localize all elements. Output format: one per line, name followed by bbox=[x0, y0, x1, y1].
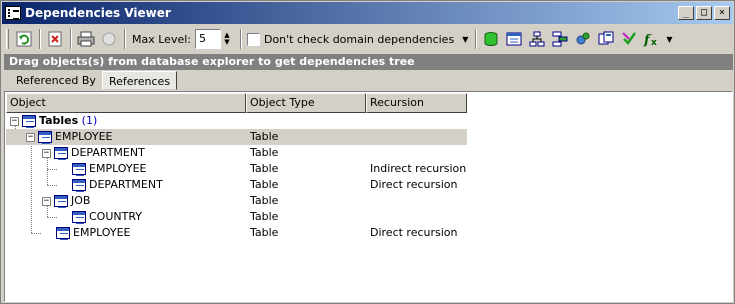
spin-down-icon[interactable]: ▼ bbox=[224, 39, 229, 46]
recursion: Direct recursion bbox=[370, 178, 458, 191]
root-label: Tables bbox=[39, 114, 79, 127]
dependencies-viewer-window: Dependencies Viewer _ □ × Max Level: 5 ▲… bbox=[0, 0, 735, 304]
diagram-icon[interactable] bbox=[549, 28, 571, 50]
collapse-icon[interactable]: − bbox=[10, 116, 19, 126]
toolbar-separator bbox=[475, 29, 478, 49]
toolbar-separator bbox=[39, 29, 41, 49]
toolbar-grip[interactable] bbox=[6, 29, 9, 49]
object-name: EMPLOYEE bbox=[73, 226, 131, 239]
column-header-recursion[interactable]: Recursion bbox=[366, 93, 467, 113]
max-level-input[interactable]: 5 bbox=[194, 29, 221, 49]
object-name: EMPLOYEE bbox=[55, 130, 113, 143]
domain-dependencies-label[interactable]: Don't check domain dependencies bbox=[264, 33, 454, 46]
table-icon bbox=[22, 115, 36, 128]
max-level-spinner[interactable]: ▲ ▼ bbox=[221, 29, 233, 49]
table-icon bbox=[38, 131, 52, 144]
toolbar: Max Level: 5 ▲ ▼ Don't check domain depe… bbox=[2, 26, 733, 52]
close-button[interactable]: × bbox=[714, 6, 730, 20]
collapse-icon[interactable]: − bbox=[26, 132, 35, 142]
svg-text:x: x bbox=[651, 38, 657, 47]
recursion: Direct recursion bbox=[370, 226, 458, 239]
tab-referenced-by[interactable]: Referenced By bbox=[10, 71, 102, 90]
tree-row[interactable]: EMPLOYEE Table Indirect recursion bbox=[6, 161, 467, 177]
collapse-icon[interactable]: − bbox=[42, 148, 51, 158]
tree-row[interactable]: − JOB Table bbox=[6, 193, 467, 209]
function-icon[interactable]: fx bbox=[641, 28, 663, 50]
print-icon[interactable] bbox=[75, 28, 97, 50]
column-header-object-type[interactable]: Object Type bbox=[246, 93, 366, 113]
toolbar-separator bbox=[124, 29, 126, 49]
clear-icon[interactable] bbox=[44, 28, 66, 50]
minimize-button[interactable]: _ bbox=[678, 6, 694, 20]
toolbar-separator bbox=[239, 29, 242, 49]
domain-dependencies-checkbox[interactable] bbox=[246, 32, 260, 46]
grid-header: Object Object Type Recursion bbox=[6, 93, 467, 113]
table-icon bbox=[72, 211, 86, 224]
tree-row[interactable]: DEPARTMENT Table Direct recursion bbox=[6, 177, 467, 193]
object-name: DEPARTMENT bbox=[71, 146, 145, 159]
object-name: JOB bbox=[71, 194, 91, 207]
object-type: Table bbox=[250, 162, 279, 175]
dependencies-tree-grid[interactable]: Object Object Type Recursion − Tables (1… bbox=[4, 91, 733, 302]
object-type: Table bbox=[250, 194, 279, 207]
root-count: (1) bbox=[81, 114, 98, 127]
tree-row[interactable]: COUNTRY Table bbox=[6, 209, 467, 225]
app-icon bbox=[5, 6, 21, 20]
function-dropdown-icon[interactable]: ▼ bbox=[666, 35, 672, 44]
table-icon bbox=[72, 179, 86, 192]
object-type: Table bbox=[250, 210, 279, 223]
column-header-object[interactable]: Object bbox=[6, 93, 246, 113]
tree-row-root[interactable]: − Tables (1) bbox=[6, 113, 467, 129]
table-icon bbox=[54, 147, 68, 160]
table-icon bbox=[56, 227, 70, 240]
object-type: Table bbox=[250, 146, 279, 159]
check-icon[interactable] bbox=[618, 28, 640, 50]
window-title: Dependencies Viewer bbox=[25, 6, 171, 20]
tab-strip: Referenced By References bbox=[10, 71, 178, 91]
tree-view-icon[interactable] bbox=[526, 28, 548, 50]
object-name: EMPLOYEE bbox=[89, 162, 147, 175]
object-name: DEPARTMENT bbox=[89, 178, 163, 191]
table-icon bbox=[54, 195, 68, 208]
object-type: Table bbox=[250, 226, 279, 239]
table-view-icon[interactable] bbox=[503, 28, 525, 50]
refresh-icon[interactable] bbox=[13, 28, 35, 50]
title-bar[interactable]: Dependencies Viewer _ □ × bbox=[2, 2, 733, 24]
export-icon[interactable] bbox=[595, 28, 617, 50]
object-name: COUNTRY bbox=[89, 210, 142, 223]
tab-references[interactable]: References bbox=[101, 71, 178, 90]
toolbar-separator bbox=[70, 29, 72, 49]
table-icon bbox=[72, 163, 86, 176]
object-type: Table bbox=[250, 178, 279, 191]
collapse-icon[interactable]: − bbox=[42, 196, 51, 206]
toolbar-dropdown-icon[interactable]: ▼ bbox=[462, 35, 468, 44]
tree-row[interactable]: − EMPLOYEE Table bbox=[6, 129, 467, 145]
stop-icon[interactable] bbox=[98, 28, 120, 50]
maximize-button[interactable]: □ bbox=[696, 6, 712, 20]
database-icon[interactable] bbox=[480, 28, 502, 50]
drag-hint-banner: Drag objects(s) from database explorer t… bbox=[4, 54, 733, 70]
tree-row[interactable]: − DEPARTMENT Table bbox=[6, 145, 467, 161]
tree-row[interactable]: EMPLOYEE Table Direct recursion bbox=[6, 225, 467, 241]
settings-icon[interactable] bbox=[572, 28, 594, 50]
object-type: Table bbox=[250, 130, 279, 143]
max-level-label: Max Level: bbox=[132, 32, 191, 46]
recursion: Indirect recursion bbox=[370, 162, 467, 175]
